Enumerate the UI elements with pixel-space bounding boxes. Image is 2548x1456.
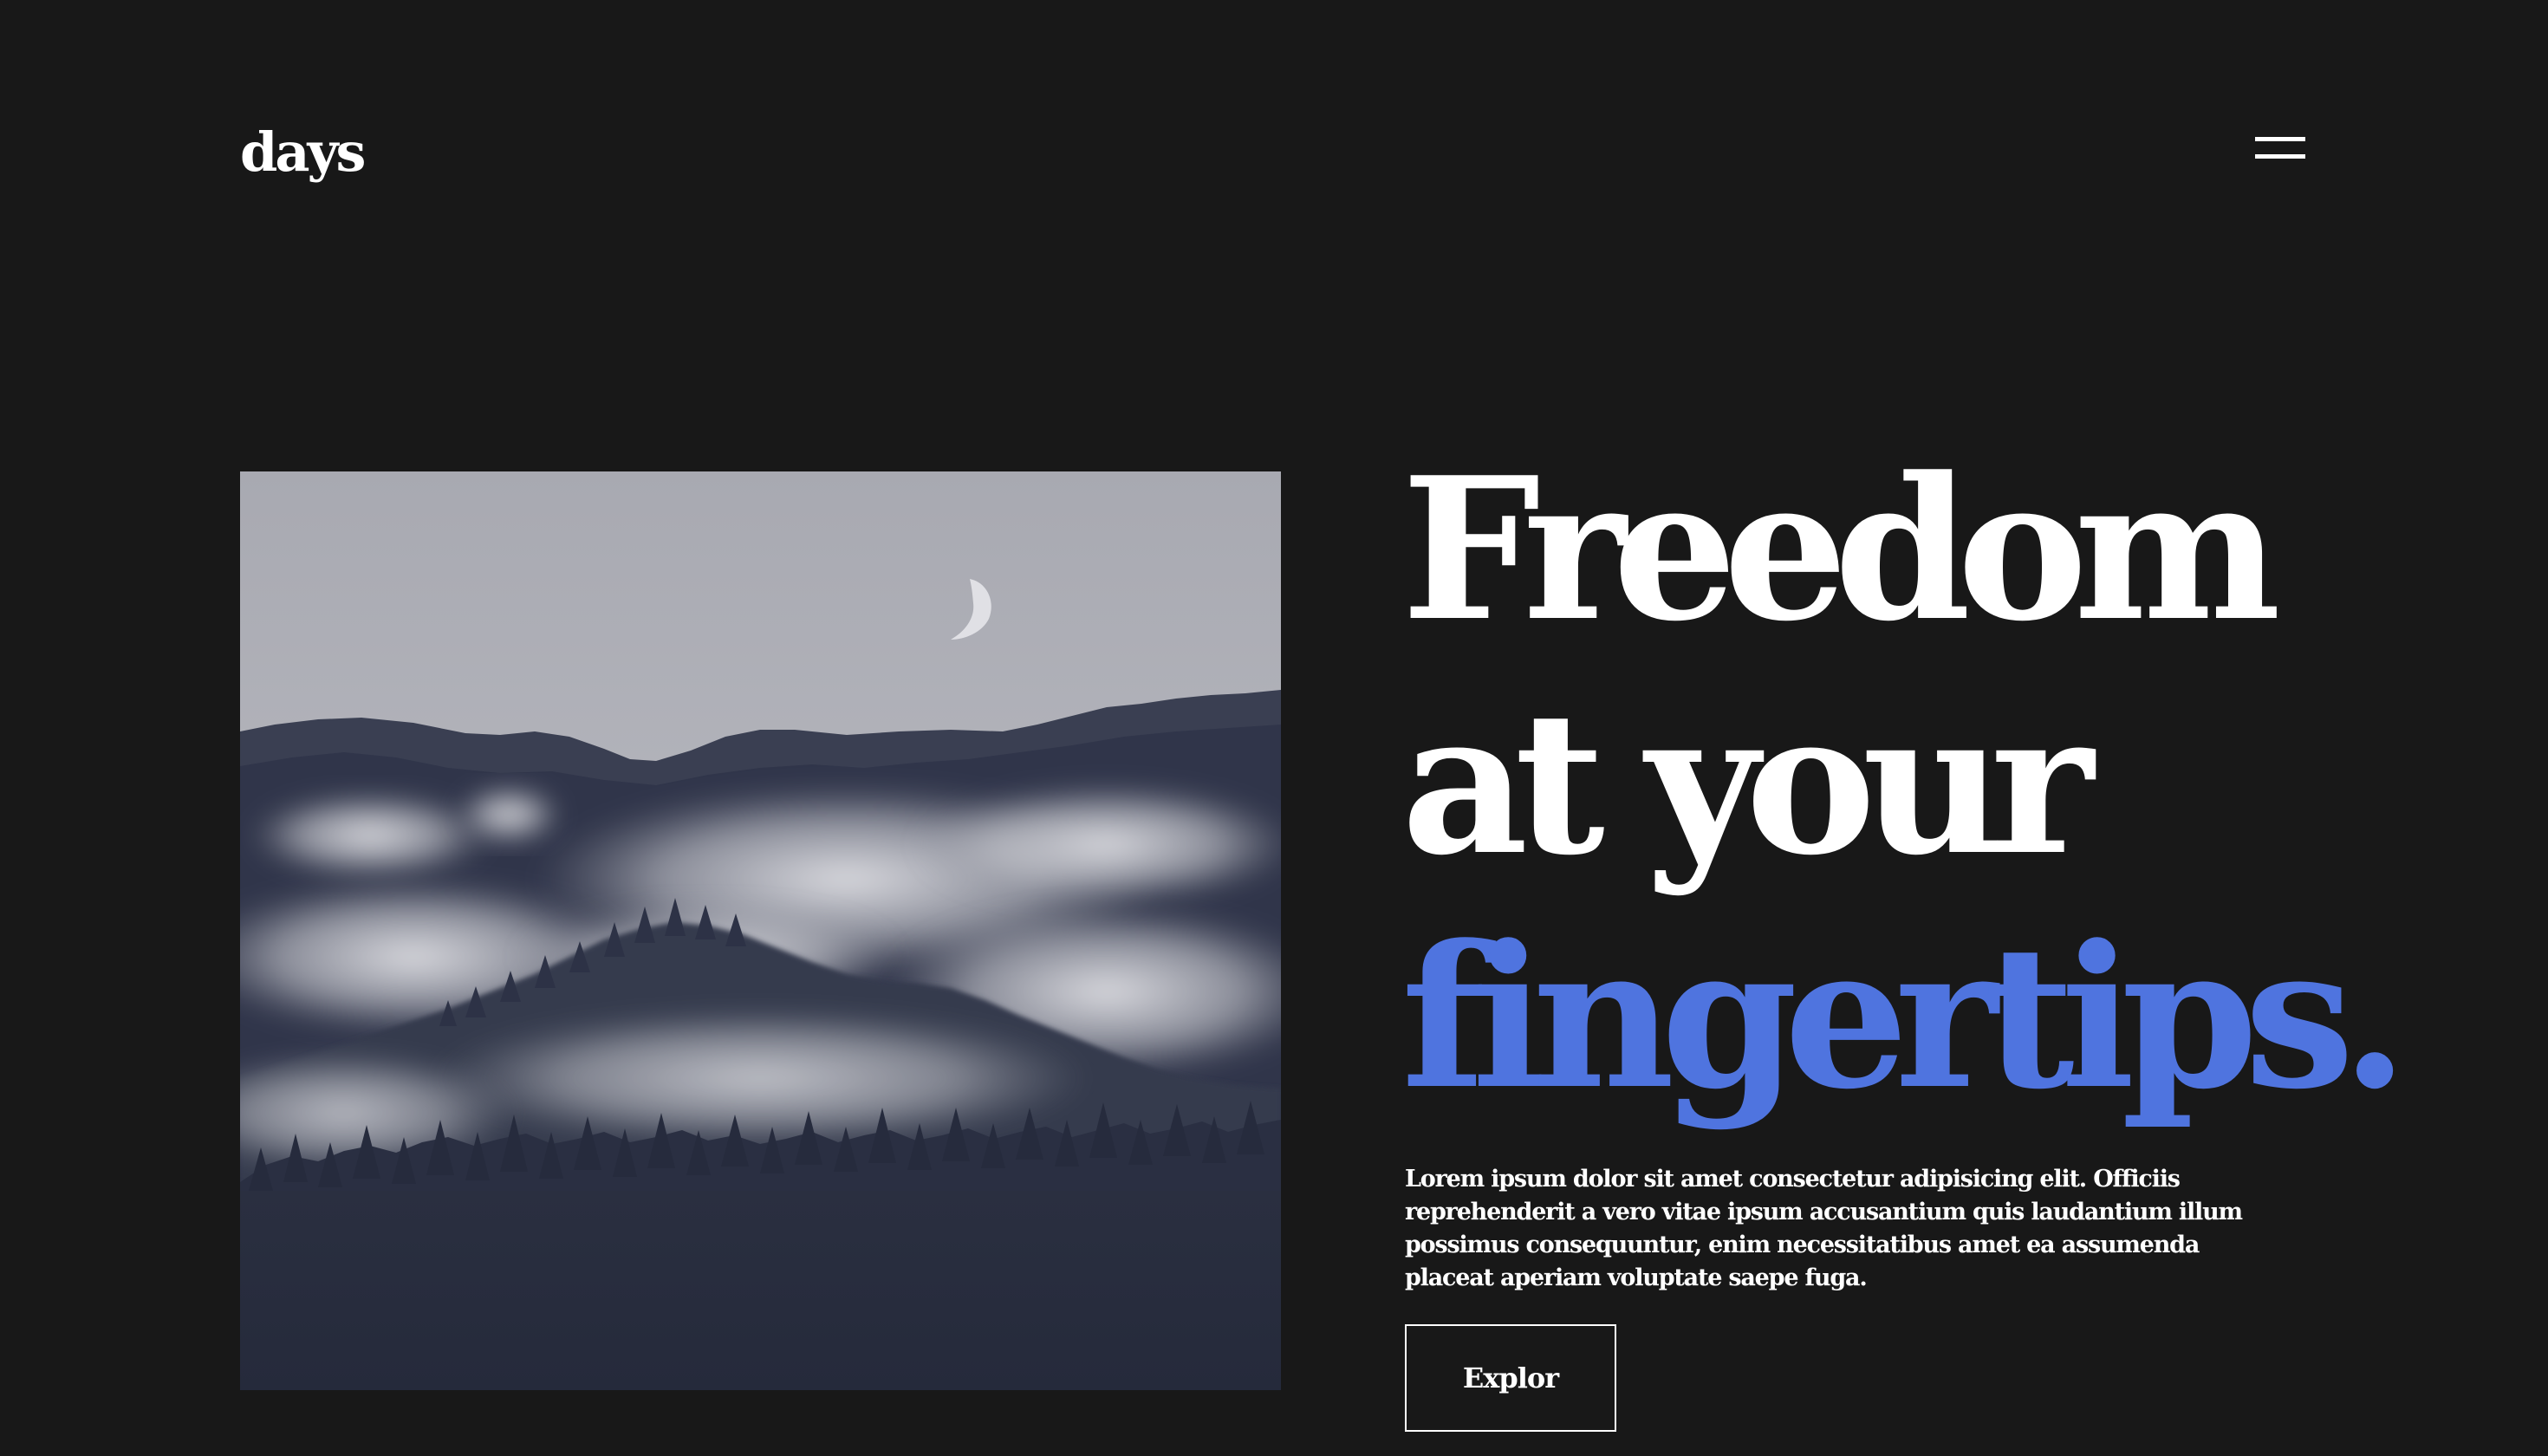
headline-line-2: at your: [1401, 669, 2094, 899]
hero-headline: Freedom at your fingertips.: [1401, 433, 2408, 1135]
headline-line-1: Freedom: [1401, 435, 2281, 665]
hero-image: [240, 471, 1281, 1390]
headline-line-3-accent: fingertips.: [1401, 903, 2408, 1133]
hero-description: Lorem ipsum dolor sit amet consectetur a…: [1405, 1166, 2243, 1291]
brand-logo[interactable]: days: [240, 114, 366, 191]
explore-button[interactable]: Explor: [1405, 1324, 1616, 1432]
hamburger-menu-button[interactable]: [2250, 132, 2311, 166]
